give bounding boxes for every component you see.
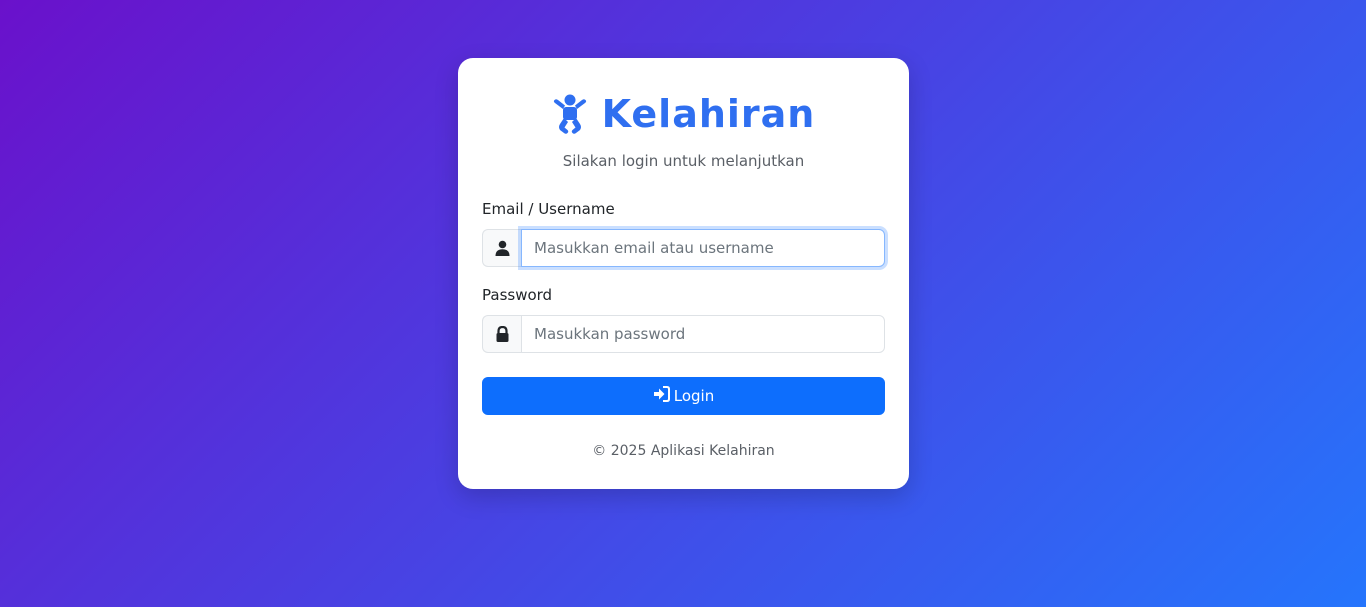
login-button-label: Login [673,387,715,405]
password-input[interactable] [521,315,885,353]
brand-header: Kelahiran [482,92,885,136]
footer-copyright: © 2025 Aplikasi Kelahiran [592,443,775,459]
password-label: Password [482,286,553,304]
login-subtitle: Silakan login untuk melanjutkan [562,152,805,170]
sign-in-icon [653,386,674,406]
login-button[interactable]: Login [482,377,885,415]
lock-icon [482,315,521,353]
email-input[interactable] [521,229,885,267]
password-input-group [482,315,885,353]
login-card: Kelahiran Silakan login untuk melanjutka… [458,58,909,489]
app-title: Kelahiran [601,92,816,136]
email-label: Email / Username [482,200,615,218]
user-icon [482,229,521,267]
email-input-group [482,229,885,267]
baby-icon [552,93,588,135]
